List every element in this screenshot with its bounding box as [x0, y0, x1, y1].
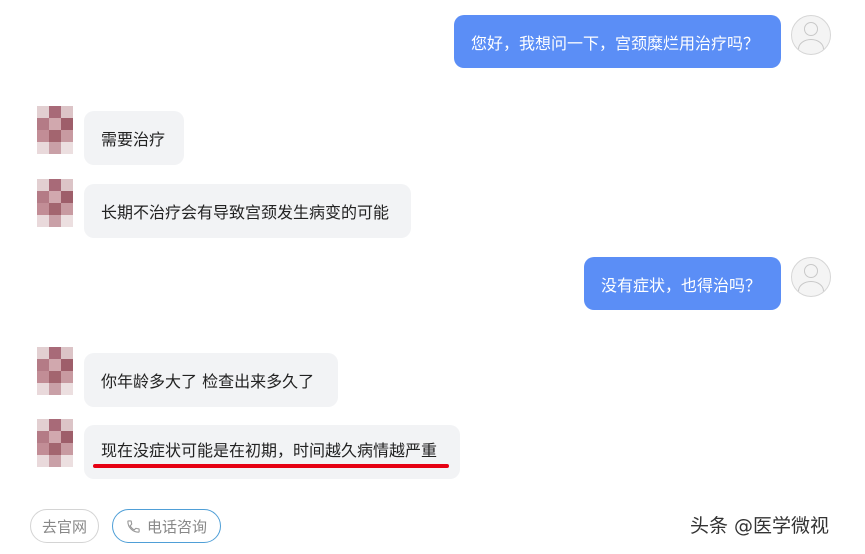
- message-bubble-user: 没有症状，也得治吗？: [584, 257, 781, 310]
- message-bubble-user: 您好，我想问一下，宫颈糜烂用治疗吗？: [454, 15, 781, 68]
- phone-consult-label: 电话咨询: [146, 517, 207, 536]
- message-text: 长期不治疗会有导致宫颈发生病变的可能: [101, 203, 390, 222]
- doctor-avatar: [37, 347, 73, 395]
- message-bubble-doctor: 需要治疗: [84, 111, 184, 165]
- message-text: 你年龄多大了 检查出来多久了: [101, 372, 315, 391]
- doctor-avatar: [37, 179, 73, 227]
- message-text: 您好，我想问一下，宫颈糜烂用治疗吗？: [471, 33, 760, 53]
- message-bubble-doctor: 长期不治疗会有导致宫颈发生病变的可能: [84, 184, 411, 238]
- message-bubble-doctor: 你年龄多大了 检查出来多久了: [84, 353, 338, 407]
- message-text: 需要治疗: [101, 130, 166, 149]
- phone-icon: [126, 519, 141, 534]
- visit-website-button[interactable]: 去官网: [30, 509, 99, 543]
- message-text: 现在没症状可能是在初期，时间越久病情越严重: [101, 441, 438, 460]
- highlight-underline: [93, 464, 449, 468]
- message-bubble-doctor: 现在没症状可能是在初期，时间越久病情越严重: [84, 425, 460, 479]
- user-avatar: [791, 257, 831, 297]
- message-text: 没有症状，也得治吗？: [601, 275, 762, 295]
- visit-website-label: 去官网: [41, 517, 87, 536]
- watermark: 头条 @医学微视: [690, 515, 830, 537]
- user-avatar: [791, 15, 831, 55]
- phone-consult-button[interactable]: 电话咨询: [112, 509, 221, 543]
- doctor-avatar: [37, 419, 73, 467]
- doctor-avatar: [37, 106, 73, 154]
